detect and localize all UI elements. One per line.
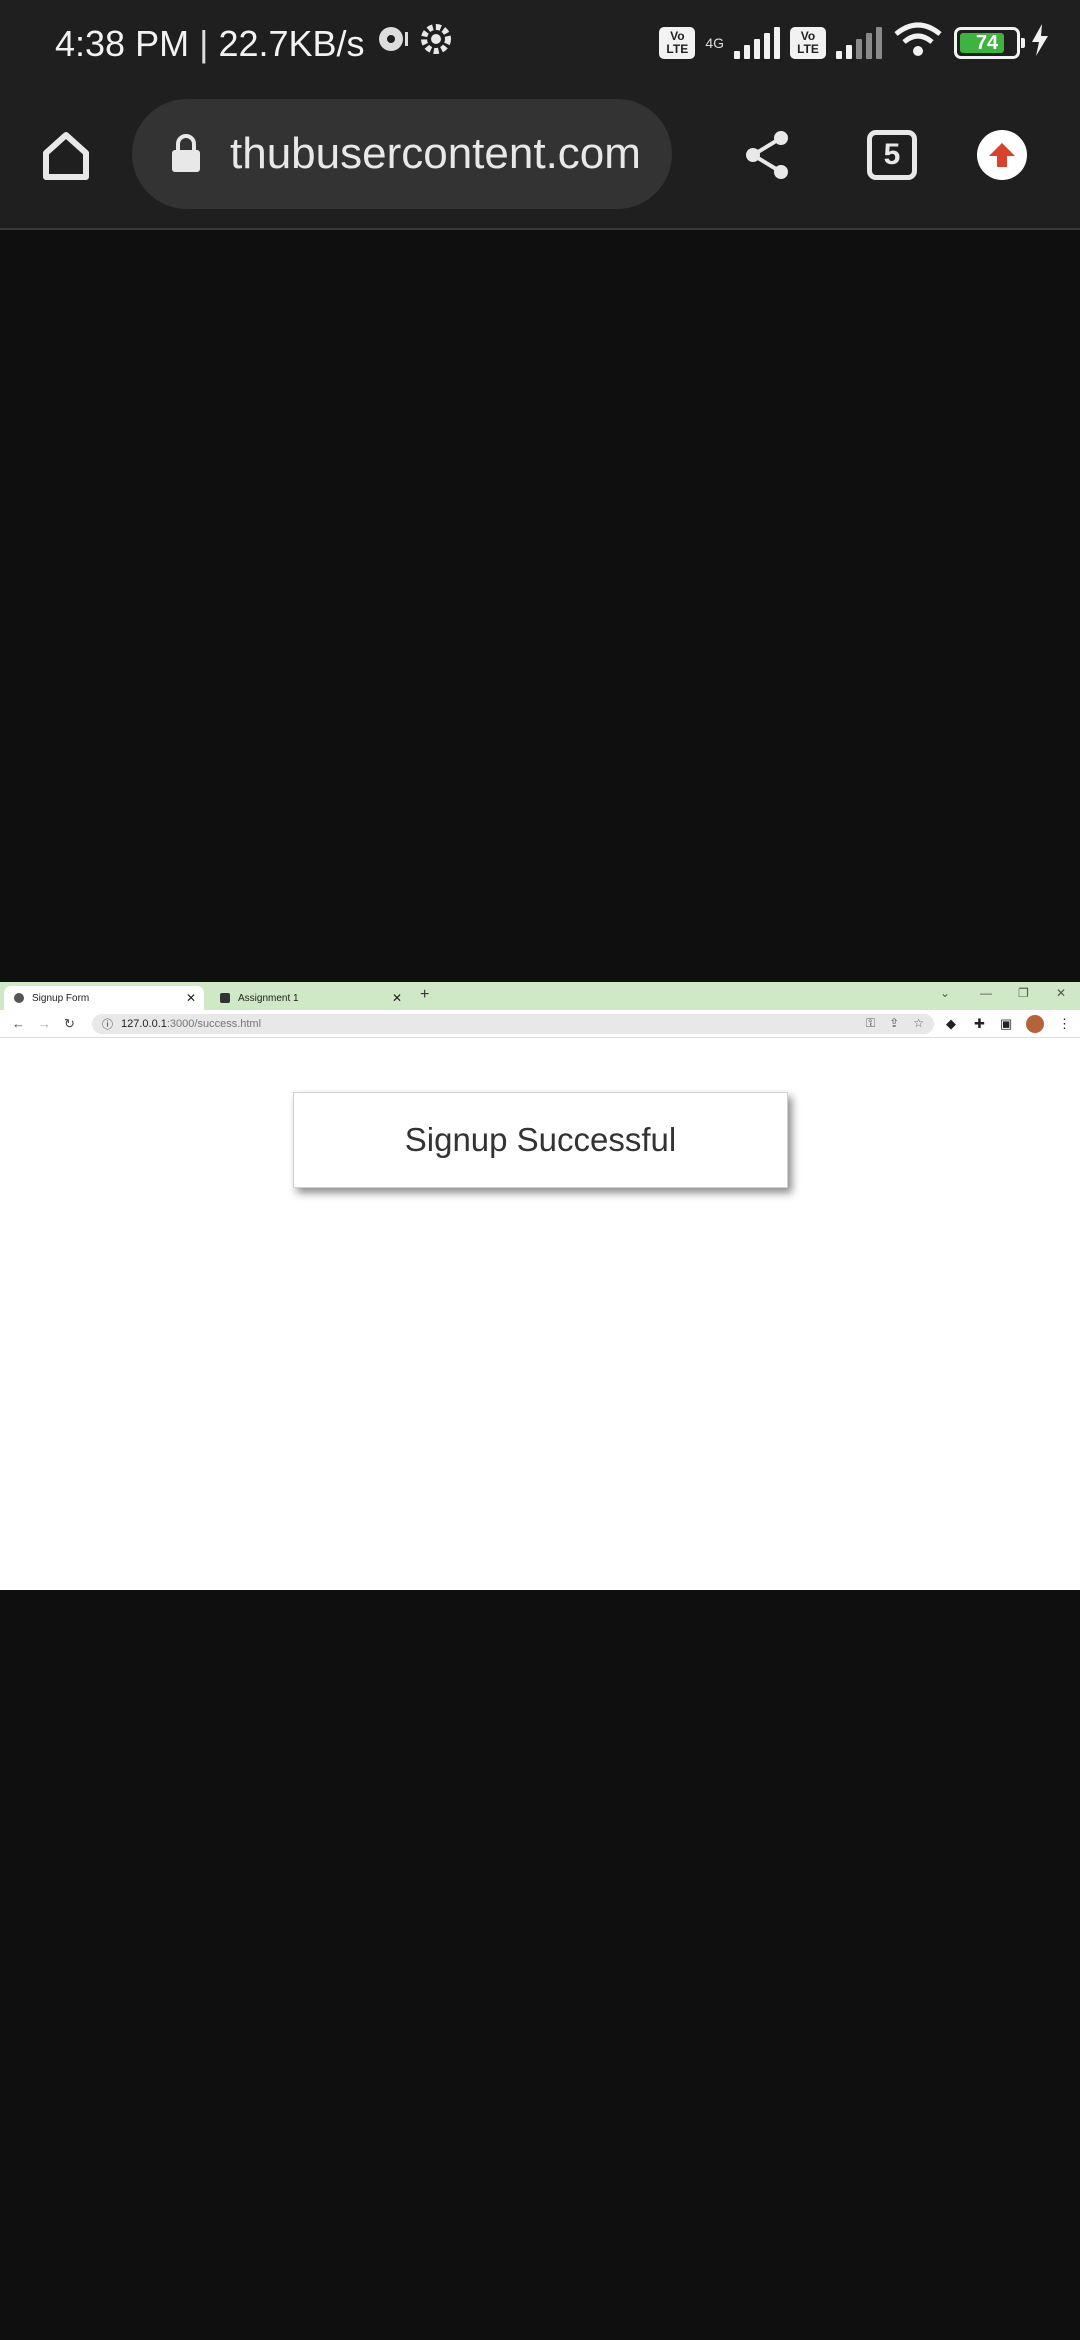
info-icon: ⓘ (102, 1019, 113, 1031)
url-bar[interactable]: thubusercontent.com (132, 99, 672, 209)
success-card: Signup Successful (293, 1092, 788, 1188)
desktop-address-bar: ← → ↻ ⓘ 127.0.0.1:3000/success.html ⚿ ⇪ … (0, 1010, 1080, 1038)
extension-icon[interactable]: ◆ (946, 1016, 956, 1032)
desktop-omnibox[interactable]: ⓘ 127.0.0.1:3000/success.html ⚿ ⇪ ☆ (92, 1014, 934, 1034)
menu-icon[interactable]: ⋮ (1058, 1016, 1071, 1032)
tabs-button[interactable]: 5 (856, 119, 928, 191)
sync-icon (375, 22, 409, 65)
wifi-icon (892, 22, 944, 63)
battery-icon: 74 (954, 26, 1025, 59)
signal-strength-icon-2 (836, 26, 882, 59)
lock-icon (172, 134, 200, 172)
desktop-tab-strip: Signup Form ✕ Assignment 1 ✕ + ⌄ — ❐ ✕ (0, 982, 1080, 1010)
tab-label: Signup Form (32, 992, 90, 1004)
minimize-icon[interactable]: — (980, 986, 992, 1000)
home-button[interactable] (30, 119, 102, 191)
settings-gear-icon (419, 22, 453, 65)
charging-bolt-icon (1030, 24, 1050, 61)
document-icon (220, 993, 230, 1003)
status-left: 4:38 PM | 22.7KB/s (55, 22, 453, 65)
url-path: :3000/success.html (166, 1018, 262, 1030)
new-tab-icon[interactable]: + (420, 986, 429, 1004)
close-window-icon[interactable]: ✕ (1056, 986, 1066, 1000)
browser-toolbar: thubusercontent.com 5 (0, 95, 1080, 230)
sidepanel-icon[interactable]: ▣ (1000, 1016, 1012, 1032)
close-tab-icon[interactable]: ✕ (186, 991, 196, 1005)
phone-screen: 4:38 PM | 22.7KB/s Vo LTE 4G Vo LTE 74 t… (0, 0, 1080, 2340)
upload-icon (977, 130, 1027, 180)
tab-label: Assignment 1 (238, 992, 299, 1004)
network-type: 4G (705, 34, 724, 51)
forward-icon[interactable]: → (38, 1016, 51, 1031)
share-button[interactable] (732, 119, 804, 191)
star-icon[interactable]: ☆ (913, 1016, 924, 1031)
status-bar: 4:38 PM | 22.7KB/s Vo LTE 4G Vo LTE 74 (0, 0, 1080, 95)
tab-assignment-1[interactable]: Assignment 1 ✕ (210, 986, 410, 1010)
restore-icon[interactable]: ❐ (1018, 986, 1029, 1000)
success-message: Signup Successful (404, 1121, 677, 1158)
omnibox-icons: ⚿ ⇪ ☆ (866, 1016, 924, 1031)
upload-button[interactable] (966, 119, 1038, 191)
tab-count: 5 (867, 130, 917, 180)
reload-icon[interactable]: ↻ (64, 1016, 75, 1032)
puzzle-icon[interactable]: ✚ (974, 1016, 985, 1032)
share-icon[interactable]: ⇪ (889, 1016, 899, 1031)
volte-badge-2: Vo LTE (790, 26, 826, 59)
share-icon (746, 131, 788, 179)
net-speed: 22.7KB/s (218, 22, 365, 64)
status-time: 4:38 PM (55, 22, 190, 64)
chevron-down-icon[interactable]: ⌄ (940, 986, 950, 1000)
key-icon[interactable]: ⚿ (866, 1016, 875, 1031)
home-icon (43, 132, 89, 180)
globe-icon (14, 993, 24, 1003)
embedded-screenshot: Signup Form ✕ Assignment 1 ✕ + ⌄ — ❐ ✕ ←… (0, 982, 1080, 1590)
status-right: Vo LTE 4G Vo LTE 74 (659, 22, 1050, 63)
volte-badge-1: Vo LTE (659, 26, 696, 59)
signal-strength-icon-1 (734, 26, 780, 59)
back-icon[interactable]: ← (12, 1016, 25, 1031)
url-host: 127.0.0.1 (121, 1018, 167, 1030)
tab-signup-form[interactable]: Signup Form ✕ (4, 986, 204, 1010)
close-tab-icon[interactable]: ✕ (392, 991, 402, 1005)
battery-level: 74 (975, 31, 999, 54)
url-text: thubusercontent.com (230, 129, 641, 178)
status-separator: | (199, 22, 209, 64)
avatar[interactable] (1026, 1015, 1044, 1033)
